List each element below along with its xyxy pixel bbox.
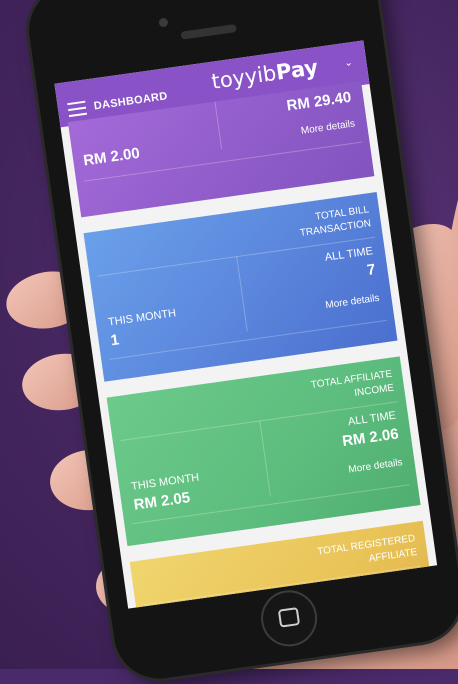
this-month-label: THIS MONTH xyxy=(130,471,200,493)
chevron-down-icon[interactable]: ⌄ xyxy=(344,57,354,69)
card-divider xyxy=(109,319,387,360)
earpiece-speaker xyxy=(180,23,237,40)
card-divider xyxy=(236,256,248,332)
more-details-link[interactable]: More details xyxy=(348,457,403,475)
bill-transaction-card: TOTAL BILL TRANSACTION ALL TIME 7 THIS M… xyxy=(83,192,398,382)
front-camera xyxy=(158,17,169,28)
card-title: TOTAL BILL TRANSACTION xyxy=(299,204,372,240)
affiliate-income-card: TOTAL AFFILIATE INCOME ALL TIME RM 2.06 … xyxy=(106,356,421,547)
card-divider xyxy=(214,101,223,150)
all-time-label: ALL TIME xyxy=(347,409,397,429)
home-button-icon xyxy=(277,607,301,628)
more-details-link[interactable]: More details xyxy=(325,293,380,311)
all-time-label: ALL TIME xyxy=(324,245,374,264)
card-divider xyxy=(259,420,271,496)
more-details-link[interactable]: More details xyxy=(300,118,355,136)
this-month-value: RM 2.05 xyxy=(132,489,192,514)
this-month-value: 1 xyxy=(109,331,121,350)
this-month-label: THIS MONTH xyxy=(107,307,177,329)
hamburger-menu-icon[interactable] xyxy=(67,100,88,118)
card-title: TOTAL AFFILIATE INCOME xyxy=(310,368,395,400)
all-time-value: RM 29.40 xyxy=(285,88,353,115)
all-time-value: 7 xyxy=(365,261,377,280)
home-button[interactable] xyxy=(257,586,321,650)
all-time-value: RM 2.06 xyxy=(341,425,400,451)
toyyibpay-logo: toyyibPay xyxy=(210,55,320,94)
phone-screen: DASHBOARD toyyibPay ⌄ RM 29.40 RM 2.00 M… xyxy=(54,40,438,609)
this-month-value: RM 2.00 xyxy=(82,144,141,170)
